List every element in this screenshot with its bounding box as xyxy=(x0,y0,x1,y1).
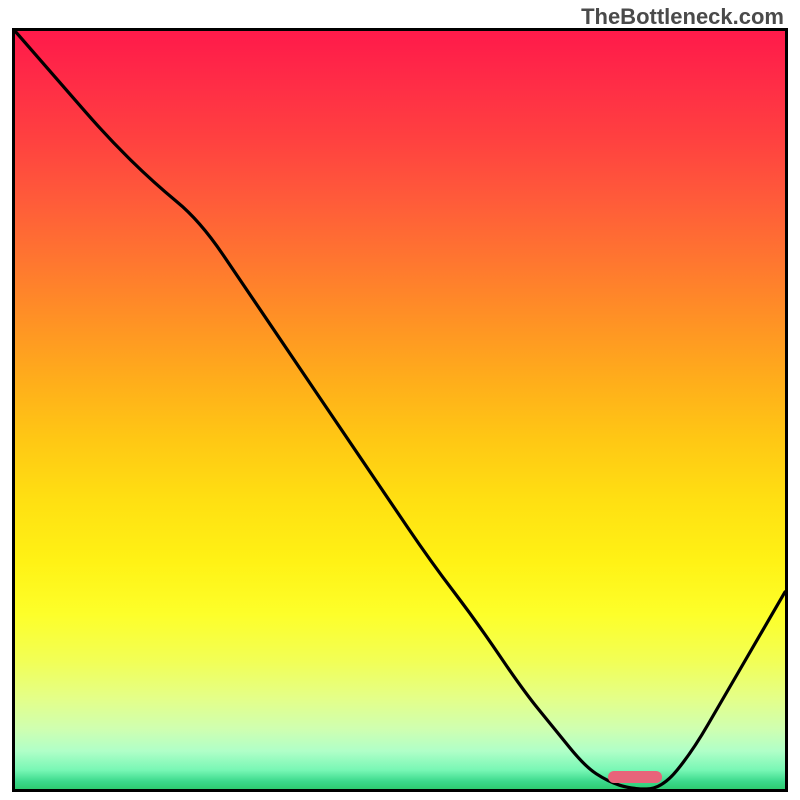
chart-frame xyxy=(12,28,788,792)
optimal-range-marker xyxy=(608,771,662,783)
plot-area xyxy=(15,31,785,789)
curve-path xyxy=(15,31,785,789)
watermark-label: TheBottleneck.com xyxy=(581,4,784,30)
bottleneck-curve xyxy=(15,31,785,789)
